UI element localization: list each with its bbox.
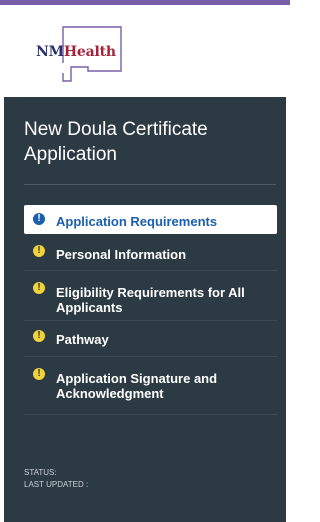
nav-item-label: Application Signature and Acknowledgment xyxy=(56,371,218,401)
nav-item-label: Pathway xyxy=(56,332,109,347)
application-title: New Doula Certificate Application xyxy=(24,119,208,165)
last-updated-label: LAST UPDATED : xyxy=(24,480,89,489)
warning-icon: ! xyxy=(33,330,45,342)
header: NMHealth xyxy=(0,5,290,97)
nav-item-label: Personal Information xyxy=(56,247,187,262)
nav-item-label: Eligibility Requirements for All Applica… xyxy=(56,285,245,315)
title-divider xyxy=(24,184,276,185)
logo-text-health: Health xyxy=(63,44,116,60)
nmhealth-logo[interactable]: NMHealth xyxy=(30,23,140,85)
nav-item-application-requirements[interactable]: ! Application Requirements xyxy=(24,205,277,234)
status-label: STATUS: xyxy=(24,468,57,477)
section-nav: ! Application Requirements ! Personal In… xyxy=(24,205,277,415)
application-meta: STATUS: LAST UPDATED : xyxy=(24,467,88,491)
warning-icon: ! xyxy=(33,282,45,294)
application-sidebar: New Doula Certificate Application ! Appl… xyxy=(4,97,286,522)
logo-text-nm: NM xyxy=(36,44,64,60)
page: NMHealth New Doula Certificate Applicati… xyxy=(0,0,290,522)
nav-item-eligibility-requirements[interactable]: ! Eligibility Requirements for All Appli… xyxy=(24,271,277,321)
info-icon: ! xyxy=(33,213,45,225)
warning-icon: ! xyxy=(33,368,45,380)
nav-item-personal-information[interactable]: ! Personal Information xyxy=(24,234,277,271)
logo-text: NMHealth xyxy=(36,44,116,60)
nav-item-application-signature[interactable]: ! Application Signature and Acknowledgme… xyxy=(24,357,277,415)
nav-item-label: Application Requirements xyxy=(56,214,218,229)
warning-icon: ! xyxy=(33,245,45,257)
nav-item-pathway[interactable]: ! Pathway xyxy=(24,321,277,357)
